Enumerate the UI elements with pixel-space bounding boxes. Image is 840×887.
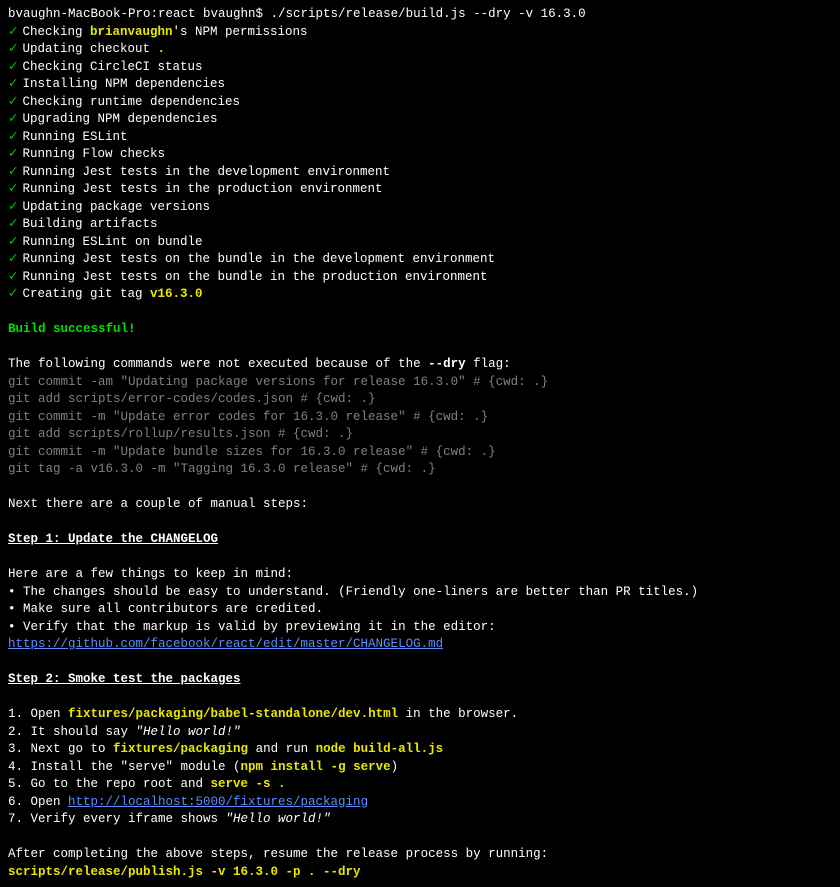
build-all-cmd: node build-all.js <box>316 742 444 756</box>
step1-bullet-2: • Make sure all contributors are credite… <box>8 601 832 619</box>
build-step-row: ✓Building artifacts <box>8 216 832 234</box>
highlight-token: v16.3.0 <box>150 287 203 301</box>
build-step-row: ✓Running ESLint on bundle <box>8 234 832 252</box>
build-step-row: ✓Updating checkout . <box>8 41 832 59</box>
step2-line-1: 1. Open fixtures/packaging/babel-standal… <box>8 706 832 724</box>
serve-cmd: serve -s . <box>211 777 286 791</box>
resume-intro: After completing the above steps, resume… <box>8 846 832 864</box>
step2-line-6: 6. Open http://localhost:5000/fixtures/p… <box>8 794 832 812</box>
terminal: bvaughn-MacBook-Pro:react bvaughn$ ./scr… <box>8 6 832 881</box>
step1-intro: Here are a few things to keep in mind: <box>8 566 832 584</box>
fixtures-path: fixtures/packaging <box>113 742 248 756</box>
build-step-row: ✓Installing NPM dependencies <box>8 76 832 94</box>
build-step-row: ✓Running Jest tests in the production en… <box>8 181 832 199</box>
check-icon: ✓ <box>8 77 18 91</box>
build-step-row: ✓Running Jest tests on the bundle in the… <box>8 269 832 287</box>
build-success: Build successful! <box>8 321 832 339</box>
skipped-command: git commit -m "Update bundle sizes for 1… <box>8 444 832 462</box>
build-step-row: ✓Running Jest tests in the development e… <box>8 164 832 182</box>
build-step-row: ✓Checking runtime dependencies <box>8 94 832 112</box>
check-icon: ✓ <box>8 200 18 214</box>
skipped-command: git add scripts/rollup/results.json # {c… <box>8 426 832 444</box>
skipped-command: git tag -a v16.3.0 -m "Tagging 16.3.0 re… <box>8 461 832 479</box>
build-step-row: ✓Updating package versions <box>8 199 832 217</box>
step2-heading: Step 2: Smoke test the packages <box>8 671 832 689</box>
build-steps-list: ✓Checking brianvaughn's NPM permissions✓… <box>8 24 832 304</box>
step1-bullet-3: • Verify that the markup is valid by pre… <box>8 619 832 654</box>
step2-line-4: 4. Install the "serve" module (npm insta… <box>8 759 832 777</box>
resume-command: scripts/release/publish.js -v 16.3.0 -p … <box>8 864 832 882</box>
build-step-row: ✓Checking CircleCI status <box>8 59 832 77</box>
skipped-command: git add scripts/error-codes/codes.json #… <box>8 391 832 409</box>
dry-flag: --dry <box>428 357 466 371</box>
check-icon: ✓ <box>8 60 18 74</box>
step2-line-2: 2. It should say "Hello world!" <box>8 724 832 742</box>
changelog-link[interactable]: https://github.com/facebook/react/edit/m… <box>8 637 443 651</box>
prompt-line: bvaughn-MacBook-Pro:react bvaughn$ ./scr… <box>8 6 832 24</box>
check-icon: ✓ <box>8 147 18 161</box>
check-icon: ✓ <box>8 95 18 109</box>
step2-line-5: 5. Go to the repo root and serve -s . <box>8 776 832 794</box>
highlight-token: . <box>158 42 166 56</box>
dev-html-path: fixtures/packaging/babel-standalone/dev.… <box>68 707 398 721</box>
not-executed-intro: The following commands were not executed… <box>8 356 832 374</box>
check-icon: ✓ <box>8 287 18 301</box>
skipped-commands-list: git commit -am "Updating package version… <box>8 374 832 479</box>
check-icon: ✓ <box>8 235 18 249</box>
npm-install-cmd: npm install -g serve <box>241 760 391 774</box>
highlight-token: brianvaughn <box>90 25 173 39</box>
build-step-row: ✓Running ESLint <box>8 129 832 147</box>
entered-command: ./scripts/release/build.js --dry -v 16.3… <box>271 7 586 21</box>
build-step-row: ✓Running Flow checks <box>8 146 832 164</box>
check-icon: ✓ <box>8 182 18 196</box>
check-icon: ✓ <box>8 130 18 144</box>
build-step-row: ✓Checking brianvaughn's NPM permissions <box>8 24 832 42</box>
step1-bullet-1: • The changes should be easy to understa… <box>8 584 832 602</box>
skipped-command: git commit -m "Update error codes for 16… <box>8 409 832 427</box>
check-icon: ✓ <box>8 165 18 179</box>
shell-prompt: bvaughn-MacBook-Pro:react bvaughn$ <box>8 7 271 21</box>
step2-line-7: 7. Verify every iframe shows "Hello worl… <box>8 811 832 829</box>
check-icon: ✓ <box>8 112 18 126</box>
skipped-command: git commit -am "Updating package version… <box>8 374 832 392</box>
step2-line-3: 3. Next go to fixtures/packaging and run… <box>8 741 832 759</box>
check-icon: ✓ <box>8 25 18 39</box>
step1-heading: Step 1: Update the CHANGELOG <box>8 531 832 549</box>
build-step-row: ✓Running Jest tests on the bundle in the… <box>8 251 832 269</box>
build-step-row: ✓Upgrading NPM dependencies <box>8 111 832 129</box>
check-icon: ✓ <box>8 270 18 284</box>
check-icon: ✓ <box>8 42 18 56</box>
check-icon: ✓ <box>8 252 18 266</box>
check-icon: ✓ <box>8 217 18 231</box>
build-step-row: ✓Creating git tag v16.3.0 <box>8 286 832 304</box>
manual-steps-intro: Next there are a couple of manual steps: <box>8 496 832 514</box>
